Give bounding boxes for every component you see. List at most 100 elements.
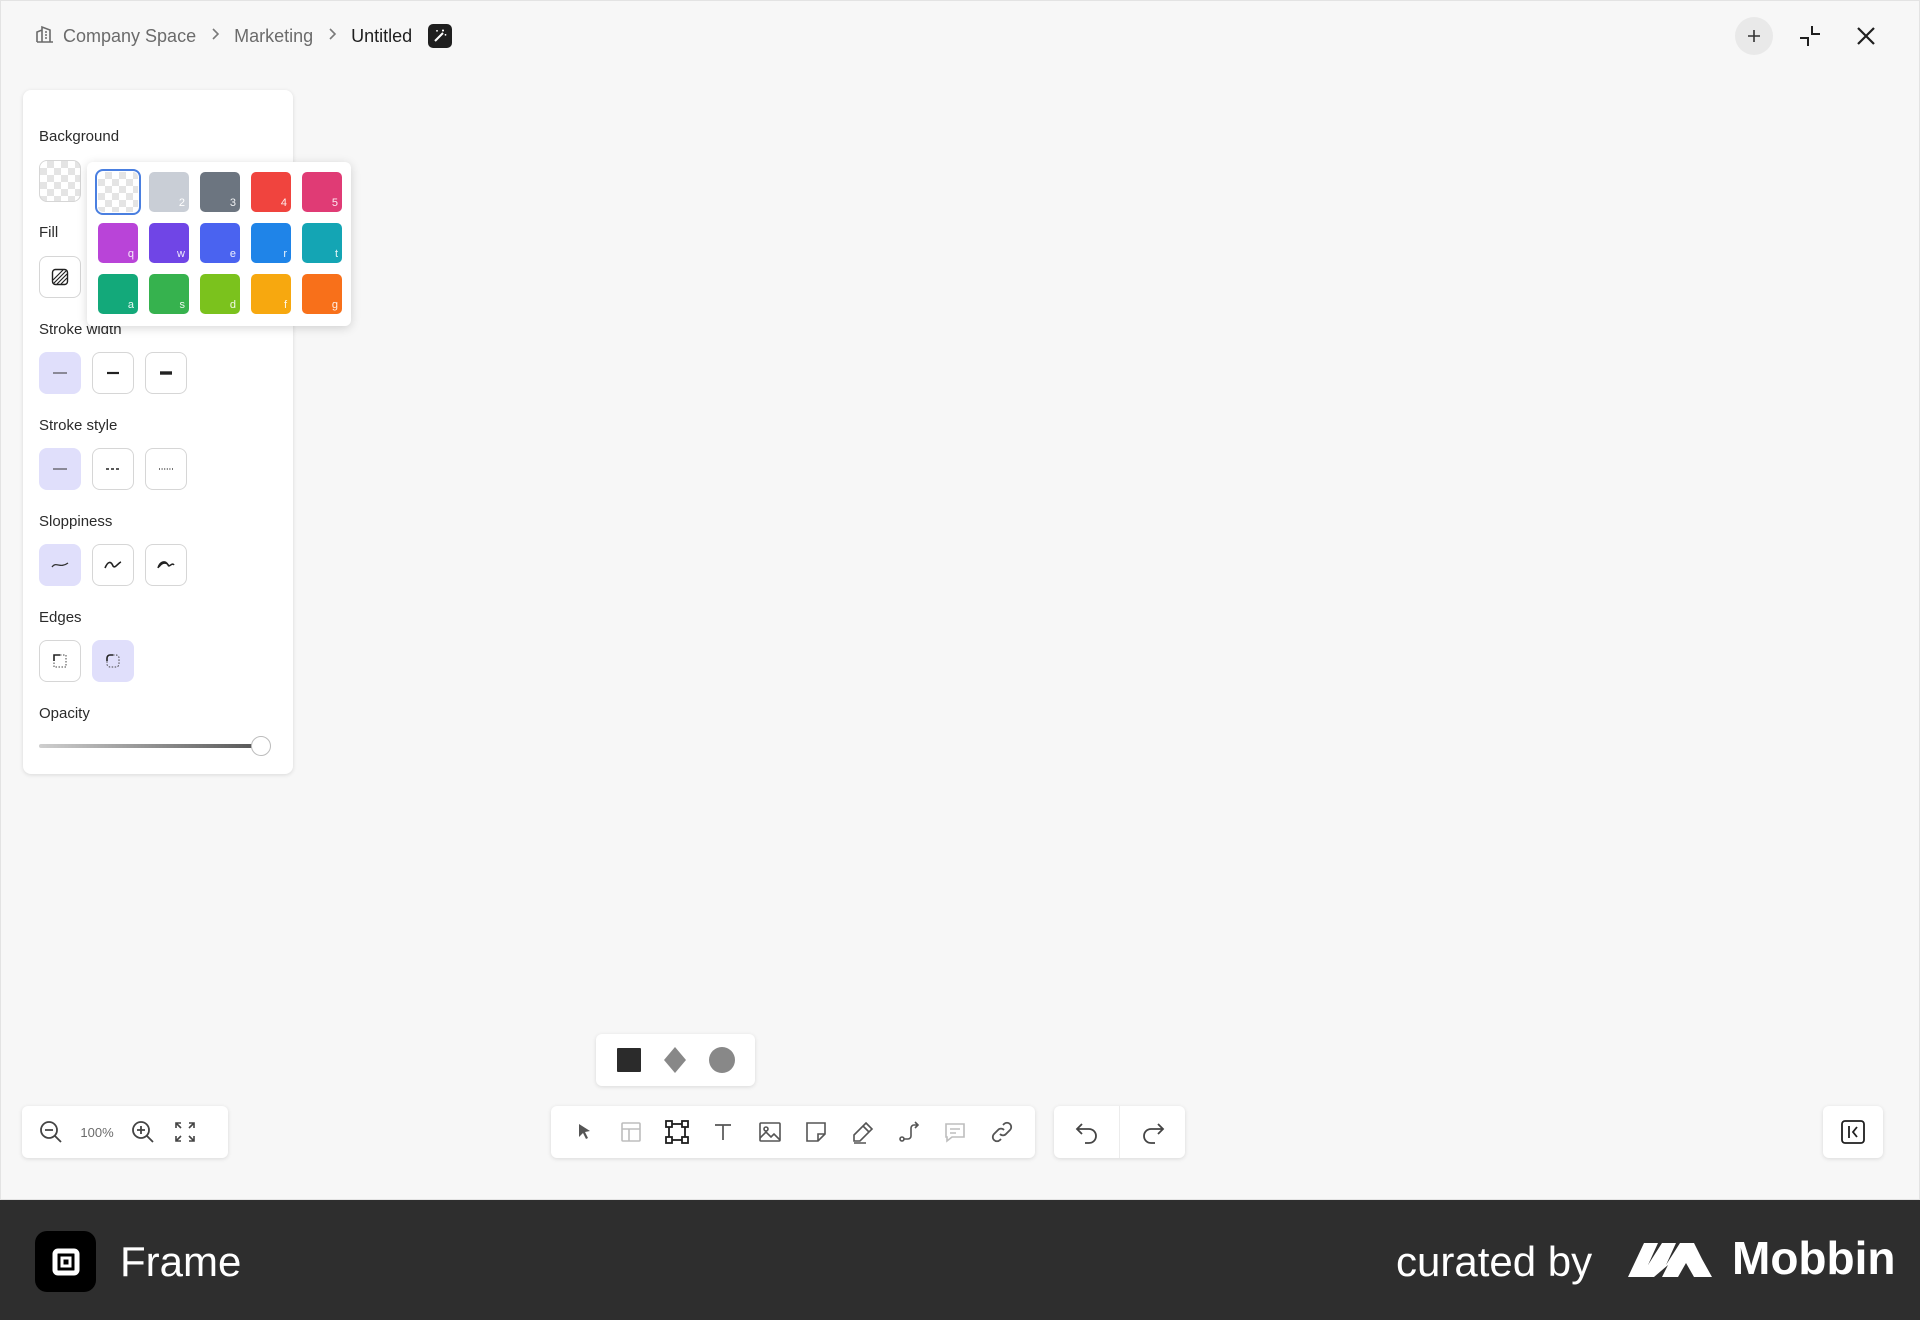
redo-icon bbox=[1142, 1123, 1164, 1144]
color-swatch[interactable]: e bbox=[200, 223, 240, 263]
edges-label: Edges bbox=[39, 609, 82, 626]
close-button[interactable] bbox=[1847, 17, 1885, 55]
sticky-note-tool[interactable] bbox=[797, 1113, 835, 1151]
frame-tool[interactable] bbox=[612, 1113, 650, 1151]
edges-sharp[interactable] bbox=[39, 640, 81, 682]
sloppiness-architect[interactable] bbox=[39, 544, 81, 586]
expand-icon bbox=[175, 1122, 195, 1142]
solid-line-icon bbox=[53, 468, 67, 470]
breadcrumb-label: Marketing bbox=[234, 25, 314, 46]
edges-round[interactable] bbox=[92, 640, 134, 682]
color-swatch[interactable]: t bbox=[302, 223, 342, 263]
text-tool[interactable] bbox=[704, 1113, 742, 1151]
color-swatch[interactable]: d bbox=[200, 274, 240, 314]
color-palette-popover: 2 3 4 5 q w e r t a s d f g bbox=[87, 162, 351, 326]
breadcrumb-untitled[interactable]: Untitled bbox=[351, 26, 412, 47]
plus-icon bbox=[1748, 30, 1760, 42]
sloppiness-label: Sloppiness bbox=[39, 513, 113, 530]
color-swatch[interactable]: g bbox=[302, 274, 342, 314]
sloppiness-cartoonist[interactable] bbox=[145, 544, 187, 586]
collapse-icon bbox=[1800, 26, 1820, 46]
swatch-shortcut-key: f bbox=[283, 299, 287, 311]
stroke-style-dashed[interactable] bbox=[92, 448, 134, 490]
opacity-slider[interactable] bbox=[39, 736, 277, 756]
image-tool[interactable] bbox=[751, 1113, 789, 1151]
swatch-shortcut-key: 5 bbox=[331, 197, 338, 209]
toggle-sidebar-button[interactable] bbox=[1823, 1106, 1883, 1158]
transparent-color-swatch[interactable] bbox=[95, 169, 141, 215]
swatch-shortcut-key: w bbox=[177, 248, 185, 260]
color-swatch[interactable]: s bbox=[149, 274, 189, 314]
connector-tool[interactable] bbox=[890, 1113, 928, 1151]
stroke-style-dotted[interactable] bbox=[145, 448, 187, 490]
swatch-shortcut-key: 2 bbox=[178, 197, 185, 209]
zoom-out-icon bbox=[40, 1121, 62, 1143]
stroke-width-extra-bold[interactable] bbox=[145, 352, 187, 394]
stroke-width-thin[interactable] bbox=[39, 352, 81, 394]
curated-by-label: curated by bbox=[1396, 1238, 1593, 1285]
sloppiness-artist[interactable] bbox=[92, 544, 134, 586]
opacity-slider-thumb[interactable] bbox=[251, 736, 271, 756]
bold-line-icon bbox=[107, 371, 119, 375]
rectangle-shape-button[interactable] bbox=[612, 1043, 646, 1077]
color-swatch[interactable]: f bbox=[251, 274, 291, 314]
sticky-note-icon bbox=[806, 1122, 826, 1142]
breadcrumb: Company Space Marketing Untitled bbox=[35, 21, 453, 51]
color-swatch[interactable]: a bbox=[98, 274, 138, 314]
add-button[interactable] bbox=[1735, 17, 1773, 55]
redo-button[interactable] bbox=[1120, 1106, 1185, 1158]
stroke-style-label: Stroke style bbox=[39, 417, 118, 434]
comment-icon bbox=[945, 1123, 966, 1143]
zoom-in-button[interactable] bbox=[128, 1113, 158, 1151]
text-icon bbox=[715, 1124, 732, 1140]
breadcrumb-marketing[interactable]: Marketing bbox=[234, 26, 313, 47]
round-corner-icon bbox=[106, 654, 120, 668]
swatch-shortcut-key: 4 bbox=[280, 197, 287, 209]
stroke-style-solid[interactable] bbox=[39, 448, 81, 490]
link-tool[interactable] bbox=[983, 1113, 1021, 1151]
chevron-right-icon bbox=[327, 27, 337, 46]
connector-icon bbox=[899, 1121, 920, 1142]
ellipse-shape-button[interactable] bbox=[705, 1043, 739, 1077]
window-controls bbox=[1735, 17, 1885, 55]
opacity-slider-track bbox=[39, 744, 261, 748]
undo-button[interactable] bbox=[1054, 1106, 1119, 1158]
comment-tool[interactable] bbox=[936, 1113, 974, 1151]
color-swatch[interactable]: 2 bbox=[149, 172, 189, 212]
minimize-button[interactable] bbox=[1791, 17, 1829, 55]
background-color-picker[interactable] bbox=[39, 160, 81, 202]
mobbin-brand-name: Mobbin bbox=[1732, 1232, 1896, 1284]
extra-bold-line-icon bbox=[160, 371, 172, 375]
fit-screen-button[interactable] bbox=[170, 1113, 200, 1151]
color-swatch[interactable]: 3 bbox=[200, 172, 240, 212]
frame-logo-icon bbox=[35, 1231, 96, 1292]
color-swatch[interactable]: r bbox=[251, 223, 291, 263]
stroke-width-bold[interactable] bbox=[92, 352, 134, 394]
swatch-shortcut-key: q bbox=[127, 248, 134, 260]
sidebar-collapse-icon bbox=[1841, 1120, 1865, 1144]
architect-curve-icon bbox=[51, 562, 69, 568]
magic-wand-button[interactable] bbox=[428, 24, 453, 48]
color-swatch[interactable]: q bbox=[98, 223, 138, 263]
color-swatch-grid: 2 3 4 5 q w e r t a s d f g bbox=[95, 169, 342, 314]
close-icon bbox=[1857, 27, 1875, 45]
frame-app-name: Frame bbox=[120, 1238, 242, 1285]
diamond-icon bbox=[664, 1047, 687, 1073]
shape-tool[interactable] bbox=[658, 1113, 696, 1151]
color-swatch[interactable]: w bbox=[149, 223, 189, 263]
dotted-line-icon bbox=[159, 468, 173, 470]
swatch-shortcut-key: d bbox=[229, 299, 236, 311]
color-swatch[interactable]: 4 bbox=[251, 172, 291, 212]
zoom-level: 100% bbox=[80, 1124, 114, 1140]
swatch-shortcut-key: e bbox=[229, 248, 236, 260]
zoom-out-button[interactable] bbox=[36, 1113, 66, 1151]
diamond-shape-button[interactable] bbox=[658, 1043, 692, 1077]
color-swatch[interactable]: 5 bbox=[302, 172, 342, 212]
select-tool[interactable] bbox=[565, 1113, 603, 1151]
building-icon bbox=[35, 24, 55, 49]
thin-line-icon bbox=[53, 372, 67, 374]
breadcrumb-company-space[interactable]: Company Space bbox=[35, 24, 196, 49]
fill-hatch-option[interactable] bbox=[39, 256, 81, 298]
whiteboard-app: Company Space Marketing Untitled Backgro… bbox=[0, 0, 1920, 1200]
pen-tool[interactable] bbox=[844, 1113, 882, 1151]
